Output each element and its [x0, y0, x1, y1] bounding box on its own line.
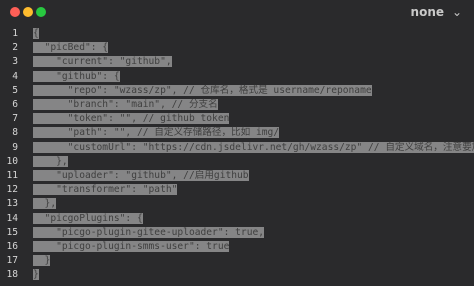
- line-number: 7: [12, 113, 18, 125]
- line-number: 14: [6, 212, 18, 224]
- selection-highlight: "path": "", // 自定义存储路径，比如 img/: [33, 127, 280, 139]
- selection-highlight: "picgo-plugin-smms-user": true: [33, 241, 230, 252]
- selection-highlight: {: [33, 28, 39, 39]
- code-text: "picgo-plugin-gitee-uploader": true,: [33, 226, 265, 240]
- selection-highlight: "token": "", // github token: [33, 113, 230, 125]
- code-line: 10 },: [0, 155, 474, 169]
- code-line: 18}: [0, 268, 474, 282]
- code-text: {: [33, 27, 39, 41]
- line-number: 12: [6, 184, 18, 196]
- selection-highlight: "uploader": "github", //启用github: [33, 170, 249, 181]
- selection-highlight: "branch": "main", // 分支名: [33, 99, 218, 110]
- code-text: "branch": "main", // 分支名: [33, 98, 218, 112]
- selection-highlight: "transformer": "path": [33, 184, 178, 196]
- code-text: "uploader": "github", //启用github: [33, 169, 249, 183]
- code-text: },: [33, 155, 68, 169]
- code-text: }: [33, 268, 39, 282]
- code-line: 8 "path": "", // 自定义存储路径，比如 img/: [0, 126, 474, 140]
- line-number: 8: [12, 127, 18, 139]
- code-text: "customUrl": "https://cdn.jsdelivr.net/g…: [33, 141, 474, 155]
- minimize-window-button[interactable]: [23, 7, 33, 17]
- selection-highlight: "picgoPlugins": {: [33, 212, 143, 224]
- code-line: 4 "github": {: [0, 70, 474, 84]
- code-text: "picgoPlugins": {: [33, 212, 143, 226]
- line-number: 5: [12, 84, 18, 96]
- selection-highlight: },: [33, 155, 68, 167]
- selection-highlight: }: [33, 269, 39, 281]
- selection-highlight: "picgo-plugin-gitee-uploader": true,: [33, 226, 265, 238]
- code-line: 3 "current": "github",: [0, 55, 474, 69]
- code-text: },: [33, 197, 57, 211]
- selection-highlight: "customUrl": "https://cdn.jsdelivr.net/g…: [33, 141, 474, 153]
- code-line: 6 "branch": "main", // 分支名: [0, 98, 474, 112]
- code-line: 12 "transformer": "path": [0, 183, 474, 197]
- code-line: 5 "repo": "wzass/zp", // 仓库名，格式是 usernam…: [0, 84, 474, 98]
- code-line: 15 "picgo-plugin-gitee-uploader": true,: [0, 226, 474, 240]
- line-number: 15: [6, 226, 18, 238]
- maximize-window-button[interactable]: [36, 7, 46, 17]
- language-selector[interactable]: none: [411, 5, 444, 19]
- code-text: "github": {: [33, 70, 120, 84]
- chevron-down-icon[interactable]: ⌄: [452, 5, 462, 19]
- line-number: 9: [12, 141, 18, 153]
- line-number: 13: [6, 198, 18, 210]
- line-number: 16: [6, 241, 18, 252]
- code-text: "transformer": "path": [33, 183, 178, 197]
- selection-highlight: "current": "github",: [33, 56, 172, 68]
- selection-highlight: "github": {: [33, 70, 120, 82]
- line-number: 17: [6, 255, 18, 267]
- selection-highlight: "repo": "wzass/zp", // 仓库名，格式是 username/…: [33, 84, 372, 96]
- line-number: 3: [12, 56, 18, 68]
- code-line: 9 "customUrl": "https://cdn.jsdelivr.net…: [0, 141, 474, 155]
- code-area[interactable]: 1{2 "picBed": {3 "current": "github", 4 "…: [0, 24, 474, 286]
- code-line: 16 "picgo-plugin-smms-user": true: [0, 240, 474, 254]
- code-text: "token": "", // github token: [33, 112, 230, 126]
- line-number: 10: [6, 155, 18, 167]
- code-line: 17 }: [0, 254, 474, 268]
- code-text: "repo": "wzass/zp", // 仓库名，格式是 username/…: [33, 84, 372, 98]
- title-bar: none ⌄: [0, 0, 474, 24]
- code-line: 11 "uploader": "github", //启用github: [0, 169, 474, 183]
- code-line: 14 "picgoPlugins": {: [0, 212, 474, 226]
- line-number: 4: [12, 70, 18, 82]
- code-line: 1{: [0, 27, 474, 41]
- selection-highlight: "picBed": {: [33, 42, 109, 54]
- line-number: 1: [12, 28, 18, 39]
- selection-highlight: },: [33, 198, 57, 210]
- code-text: "picBed": {: [33, 41, 109, 55]
- line-number: 11: [6, 170, 18, 181]
- code-line: 2 "picBed": {: [0, 41, 474, 55]
- code-text: "path": "", // 自定义存储路径，比如 img/: [33, 126, 280, 140]
- line-number: 18: [6, 269, 18, 281]
- code-line: 7 "token": "", // github token: [0, 112, 474, 126]
- code-editor-window: none ⌄ 1{2 "picBed": {3 "current": "gith…: [0, 0, 474, 286]
- code-text: }: [33, 254, 51, 268]
- code-text: "picgo-plugin-smms-user": true: [33, 240, 230, 254]
- code-line: 13 },: [0, 197, 474, 211]
- close-window-button[interactable]: [10, 7, 20, 17]
- line-number: 2: [12, 42, 18, 54]
- line-number: 6: [12, 99, 18, 110]
- code-text: "current": "github",: [33, 55, 172, 69]
- selection-highlight: }: [33, 255, 51, 267]
